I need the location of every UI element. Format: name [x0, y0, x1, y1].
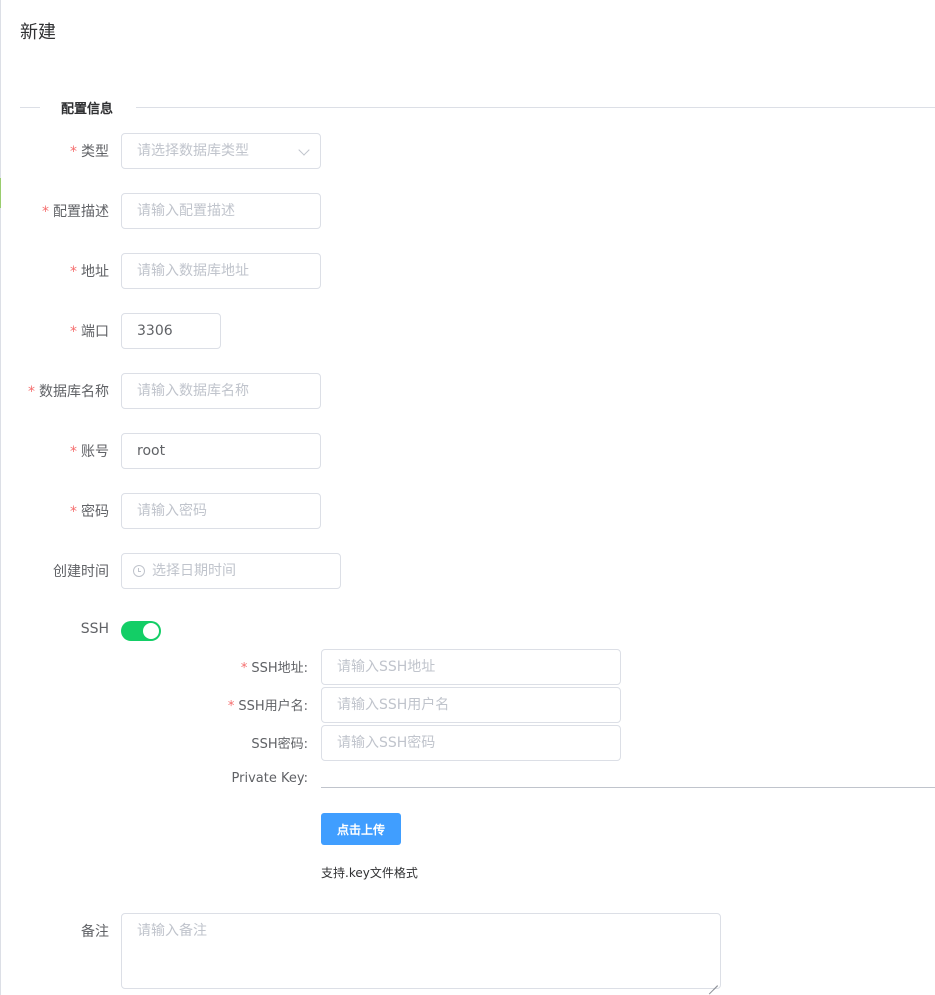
port-input[interactable]: 3306	[121, 313, 221, 349]
db-name-input[interactable]: 请输入数据库名称	[121, 373, 321, 409]
address-placeholder: 请输入数据库地址	[137, 263, 249, 279]
password-label: * 密码	[70, 504, 109, 520]
created-time-label: 创建时间	[53, 564, 109, 580]
remark-placeholder: 请输入备注	[137, 923, 207, 939]
created-time-placeholder: 选择日期时间	[152, 563, 236, 579]
required-mark: *	[70, 144, 77, 160]
port-label: * 端口	[70, 324, 109, 340]
private-key-label: Private Key:	[231, 771, 308, 786]
password-placeholder: 请输入密码	[137, 503, 207, 519]
ssh-address-input[interactable]: 请输入SSH地址	[321, 649, 621, 685]
ssh-password-label: SSH密码:	[251, 737, 308, 752]
description-placeholder: 请输入配置描述	[137, 203, 235, 219]
description-input[interactable]: 请输入配置描述	[121, 193, 321, 229]
ssh-address-label: * SSH地址:	[240, 661, 308, 676]
required-mark: *	[70, 444, 77, 460]
required-mark: *	[28, 384, 35, 400]
db-name-label: * 数据库名称	[28, 384, 109, 400]
db-name-placeholder: 请输入数据库名称	[137, 383, 249, 399]
required-mark: *	[70, 264, 77, 280]
ssh-address-placeholder: 请输入SSH地址	[337, 659, 436, 675]
dialog-title: 新建	[20, 22, 56, 43]
type-select[interactable]: 请选择数据库类型	[121, 133, 321, 169]
resize-grip-icon[interactable]	[708, 976, 718, 986]
password-input[interactable]: 请输入密码	[121, 493, 321, 529]
required-mark: *	[70, 324, 77, 340]
clock-icon	[133, 565, 145, 577]
upload-button[interactable]: 点击上传	[321, 813, 401, 845]
ssh-toggle-knob	[143, 623, 159, 639]
section-divider-right	[136, 107, 935, 108]
account-value: root	[137, 443, 166, 459]
section-title: 配置信息	[61, 102, 114, 117]
section-divider-left	[20, 107, 40, 108]
ssh-password-input[interactable]: 请输入SSH密码	[321, 725, 621, 761]
account-input[interactable]: root	[121, 433, 321, 469]
remark-label: 备注	[81, 924, 109, 940]
description-label: * 配置描述	[42, 204, 109, 220]
ssh-user-placeholder: 请输入SSH用户名	[337, 697, 450, 713]
type-label: * 类型	[70, 144, 109, 160]
account-label: * 账号	[70, 444, 109, 460]
required-mark: *	[227, 699, 235, 714]
required-mark: *	[42, 204, 49, 220]
ssh-password-placeholder: 请输入SSH密码	[337, 735, 436, 751]
chevron-down-icon	[298, 144, 310, 156]
private-key-field[interactable]	[321, 787, 935, 788]
address-input[interactable]: 请输入数据库地址	[121, 253, 321, 289]
required-mark: *	[240, 661, 248, 676]
upload-tip: 支持.key文件格式	[321, 866, 418, 880]
required-mark: *	[70, 504, 77, 520]
left-edge	[0, 0, 1, 995]
ssh-label: SSH	[80, 621, 109, 637]
port-value: 3306	[137, 323, 173, 339]
ssh-user-label: * SSH用户名:	[227, 699, 308, 714]
type-select-placeholder: 请选择数据库类型	[137, 143, 249, 159]
remark-textarea[interactable]: 请输入备注	[121, 913, 721, 989]
created-time-picker[interactable]: 选择日期时间	[121, 553, 341, 589]
ssh-user-input[interactable]: 请输入SSH用户名	[321, 687, 621, 723]
ssh-toggle[interactable]	[121, 621, 161, 641]
left-edge-accent	[0, 178, 1, 208]
address-label: * 地址	[70, 264, 109, 280]
